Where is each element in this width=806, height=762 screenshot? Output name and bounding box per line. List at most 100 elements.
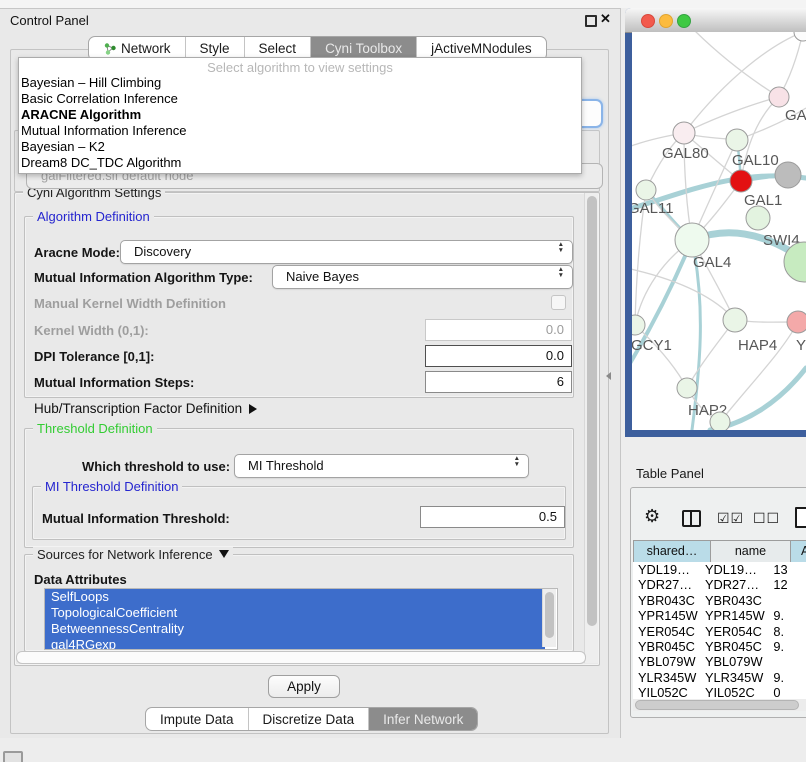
stepper-icon: ▲ ▼ <box>558 242 564 253</box>
table-row[interactable]: YLR345WYLR345W9. <box>633 670 806 685</box>
algorithm-option-list: Bayesian – Hill ClimbingBasic Correlatio… <box>19 75 581 171</box>
table-row[interactable]: YBL079WYBL079W <box>633 654 806 669</box>
network-node-y[interactable] <box>787 311 806 333</box>
which-threshold-combobox[interactable]: MI Threshold ▲ ▼ <box>234 454 529 478</box>
table-cell: YIL052C <box>633 685 700 699</box>
settings-horizontal-scrollbar[interactable] <box>16 651 586 664</box>
mi-steps-field[interactable]: 6 <box>425 371 572 393</box>
network-node-hap2[interactable] <box>677 378 697 398</box>
table-cell <box>769 593 806 608</box>
panel-resize-handle[interactable] <box>606 372 611 380</box>
table-row[interactable]: YIL052CYIL052C0 <box>633 685 806 699</box>
attributes-scrollbar-thumb[interactable] <box>545 592 554 638</box>
table-row[interactable]: YDR27…YDR27…12 <box>633 577 806 592</box>
gear-icon[interactable]: ⚙ <box>644 506 660 527</box>
data-attributes-list[interactable]: SelfLoopsTopologicalCoefficientBetweenne… <box>44 588 558 650</box>
attribute-item-gal4rgexp[interactable]: gal4RGexp <box>45 637 545 650</box>
algorithm-option-mutual-information-inference[interactable]: Mutual Information Inference <box>19 123 581 139</box>
network-node-gal11[interactable] <box>636 180 656 200</box>
sources-title-text: Sources for Network Inference <box>37 547 213 562</box>
tab-label: Discretize Data <box>263 712 355 727</box>
table-row[interactable]: YDL19…YDL19…13 <box>633 562 806 577</box>
settings-scrollbar-thumb[interactable] <box>587 196 597 626</box>
network-node[interactable] <box>710 412 730 430</box>
kernel-width-field[interactable]: 0.0 <box>425 319 572 341</box>
deselect-all-checkboxes-icon[interactable]: ☐☐ <box>753 510 780 527</box>
network-icon <box>103 42 116 55</box>
attribute-item-betweennesscentrality[interactable]: BetweennessCentrality <box>45 621 545 637</box>
close-icon[interactable]: ✕ <box>600 11 611 27</box>
table-cell: YDR27… <box>700 577 769 592</box>
minimize-traffic-light[interactable] <box>659 14 673 28</box>
close-traffic-light[interactable] <box>641 14 655 28</box>
table-row[interactable]: YPR145WYPR145W9. <box>633 608 806 623</box>
network-node-gal80[interactable] <box>673 122 695 144</box>
algorithm-option-bayesian-hill-climbing[interactable]: Bayesian – Hill Climbing <box>19 75 581 91</box>
algorithm-definition-title: Algorithm Definition <box>33 209 154 224</box>
mi-steps-label: Mutual Information Steps: <box>34 375 194 390</box>
table-cell: 9. <box>769 670 806 685</box>
network-canvas[interactable]: GALGAL80GAL10GAL1GAL11SWI4GAL4GCY1HAP4YH… <box>632 32 806 430</box>
network-node-gal10[interactable] <box>726 129 748 151</box>
select-all-checkboxes-icon[interactable]: ☑☑ <box>717 510 744 527</box>
table-row[interactable]: YBR045CYBR045C9. <box>633 639 806 654</box>
mi-threshold-definition-title: MI Threshold Definition <box>41 479 182 494</box>
network-node-gal[interactable] <box>769 87 789 107</box>
table-column-header-a[interactable]: A <box>791 541 806 562</box>
attribute-item-selfloops[interactable]: SelfLoops <box>45 589 545 605</box>
table-cell: YDL19… <box>700 562 769 577</box>
aracne-mode-combobox[interactable]: Discovery ▲ ▼ <box>120 240 573 264</box>
table-cell: 8. <box>769 624 806 639</box>
which-threshold-value: MI Threshold <box>248 458 324 473</box>
attributes-scrollbar[interactable] <box>542 589 556 647</box>
table-row[interactable]: YER054CYER054C8. <box>633 624 806 639</box>
inference-algorithm-combobox-fragment[interactable] <box>580 99 603 128</box>
network-node[interactable] <box>775 162 801 188</box>
data-attributes-label: Data Attributes <box>34 572 127 587</box>
attribute-item-topologicalcoefficient[interactable]: TopologicalCoefficient <box>45 605 545 621</box>
table-cell: YBL079W <box>700 654 769 669</box>
zoom-traffic-light[interactable] <box>677 14 691 28</box>
tab-infer-network[interactable]: Infer Network <box>369 708 477 730</box>
manual-kernel-width-checkbox[interactable] <box>551 295 566 310</box>
collapse-down-icon[interactable] <box>219 550 229 558</box>
table-column-header-name[interactable]: name <box>711 541 791 562</box>
network-node[interactable] <box>794 32 806 41</box>
network-node-gal1[interactable] <box>730 170 752 192</box>
kernel-width-label: Kernel Width (0,1): <box>34 323 149 338</box>
table-column-header-shared[interactable]: shared… <box>634 541 711 562</box>
table-row[interactable]: YBR043CYBR043C <box>633 593 806 608</box>
table-cell: 13 <box>769 562 806 577</box>
table-panel-title: Table Panel <box>636 466 704 481</box>
mi-algorithm-type-combobox[interactable]: Naive Bayes ▲ ▼ <box>272 265 573 289</box>
sources-group-title: Sources for Network Inference <box>33 547 233 562</box>
algorithm-option-bayesian-k2[interactable]: Bayesian – K2 <box>19 139 581 155</box>
aracne-mode-value: Discovery <box>134 244 191 259</box>
algorithm-option-aracne-algorithm[interactable]: ARACNE Algorithm <box>19 107 581 123</box>
columns-icon[interactable] <box>682 510 701 527</box>
window-grip[interactable] <box>3 751 23 762</box>
tab-impute-data[interactable]: Impute Data <box>146 708 249 730</box>
algorithm-option-dream8-dc-tdc-algorithm[interactable]: Dream8 DC_TDC Algorithm <box>19 155 581 171</box>
settings-vertical-scrollbar[interactable] <box>584 193 598 663</box>
network-node-swi4[interactable] <box>746 206 770 230</box>
hub-transcription-expander[interactable]: Hub/Transcription Factor Definition <box>34 401 257 416</box>
table-scrollbar-thumb[interactable] <box>635 700 799 710</box>
document-icon[interactable] <box>795 507 806 528</box>
network-node-gal4[interactable] <box>675 223 709 257</box>
table-horizontal-scrollbar[interactable] <box>633 699 806 711</box>
algorithm-option-basic-correlation-inference[interactable]: Basic Correlation Inference <box>19 91 581 107</box>
table-cell: 0 <box>769 685 806 699</box>
tab-label: Network <box>121 41 171 56</box>
dpi-tolerance-field[interactable]: 0.0 <box>425 345 572 367</box>
float-window-icon[interactable] <box>585 15 597 27</box>
table-cell: YBR045C <box>700 639 769 654</box>
threshold-definition-title: Threshold Definition <box>33 421 157 436</box>
mi-threshold-field[interactable]: 0.5 <box>420 506 565 528</box>
apply-button[interactable]: Apply <box>268 675 340 698</box>
tab-discretize-data[interactable]: Discretize Data <box>249 708 370 730</box>
tab-label: Cyni Toolbox <box>325 41 402 56</box>
network-node-label: GAL10 <box>732 152 779 169</box>
screen: { "control_panel": { "title": "Control P… <box>0 0 806 762</box>
network-node-hap4[interactable] <box>723 308 747 332</box>
